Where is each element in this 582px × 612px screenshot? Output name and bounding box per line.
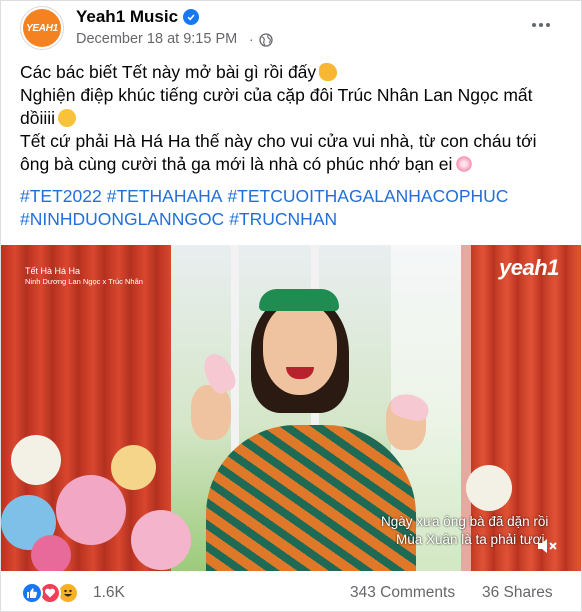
post-text-line: Tết cứ phải Hà Há Ha thế này cho vui cửa… <box>20 131 537 174</box>
cherry-blossom-emoji-icon <box>455 155 474 173</box>
clapping-hands-emoji-icon <box>319 63 338 81</box>
comments-count-link[interactable]: 343 Comments <box>350 584 455 602</box>
video-song-title: Tết Hà Há Ha <box>25 266 81 276</box>
singer-face <box>263 303 337 395</box>
video-subtitle-line: Mùa Xuân là ta phải tươi <box>396 532 545 547</box>
globe-icon[interactable] <box>259 33 273 47</box>
hashtag-link[interactable]: #TET2022 <box>20 186 102 206</box>
rofl-emoji-icon <box>58 109 77 127</box>
avatar-label: YEAH1 <box>26 22 58 34</box>
hashtag-link[interactable]: #TETCUOITHAGALANHACOPHUC <box>227 186 508 206</box>
reaction-icons[interactable] <box>21 582 85 604</box>
video-artists: Ninh Dương Lan Ngọc x Trúc Nhân <box>25 277 143 286</box>
green-headband <box>259 289 339 311</box>
separator-dot: · <box>249 31 254 47</box>
singer-outfit <box>206 425 416 571</box>
like-icon <box>21 582 43 604</box>
post-header: YEAH1 Yeah1 Music December 18 at 9:15 PM… <box>1 1 581 57</box>
verified-badge-icon <box>183 9 199 25</box>
post-text: Các bác biết Tết này mở bài gì rồi đấy N… <box>20 61 565 176</box>
post-card: YEAH1 Yeah1 Music December 18 at 9:15 PM… <box>0 0 582 612</box>
post-text-line: Các bác biết Tết này mở bài gì rồi đấy <box>20 61 565 84</box>
hashtag-link[interactable]: #TETHAHAHA <box>107 186 223 206</box>
page-name-link[interactable]: Yeah1 Music <box>76 7 178 27</box>
post-footer: 1.6K 343 Comments 36 Shares <box>1 571 581 612</box>
page-avatar[interactable]: YEAH1 <box>20 6 64 50</box>
hashtag-list: #TET2022 #TETHAHAHA #TETCUOITHAGALANHACOPH… <box>20 185 565 231</box>
paper-flowers <box>1 415 201 571</box>
mute-icon[interactable] <box>535 535 559 557</box>
more-options-button[interactable] <box>527 11 555 39</box>
yeah1-logo: YEAH1 <box>23 9 61 47</box>
shares-count-link[interactable]: 36 Shares <box>482 584 553 602</box>
post-text-line: Nghiện điệp khúc tiếng cười của cặp đôi … <box>20 85 533 128</box>
post-timestamp-link[interactable]: December 18 at 9:15 PM <box>76 31 237 47</box>
hashtag-link[interactable]: #NINHDUONGLANNGOC <box>20 209 224 229</box>
reaction-count[interactable]: 1.6K <box>93 584 125 602</box>
yeah1-watermark-logo: yeah1 <box>499 255 559 280</box>
left-hand <box>191 385 231 440</box>
hashtag-link[interactable]: #TRUCNHAN <box>229 209 337 229</box>
paper-flower <box>466 465 512 511</box>
video-subtitle-line: Ngày xưa ông bà đã dặn rồi <box>381 514 549 529</box>
video-player[interactable]: Tết Hà Há Ha Ninh Dương Lan Ngọc x Trúc … <box>1 245 581 571</box>
